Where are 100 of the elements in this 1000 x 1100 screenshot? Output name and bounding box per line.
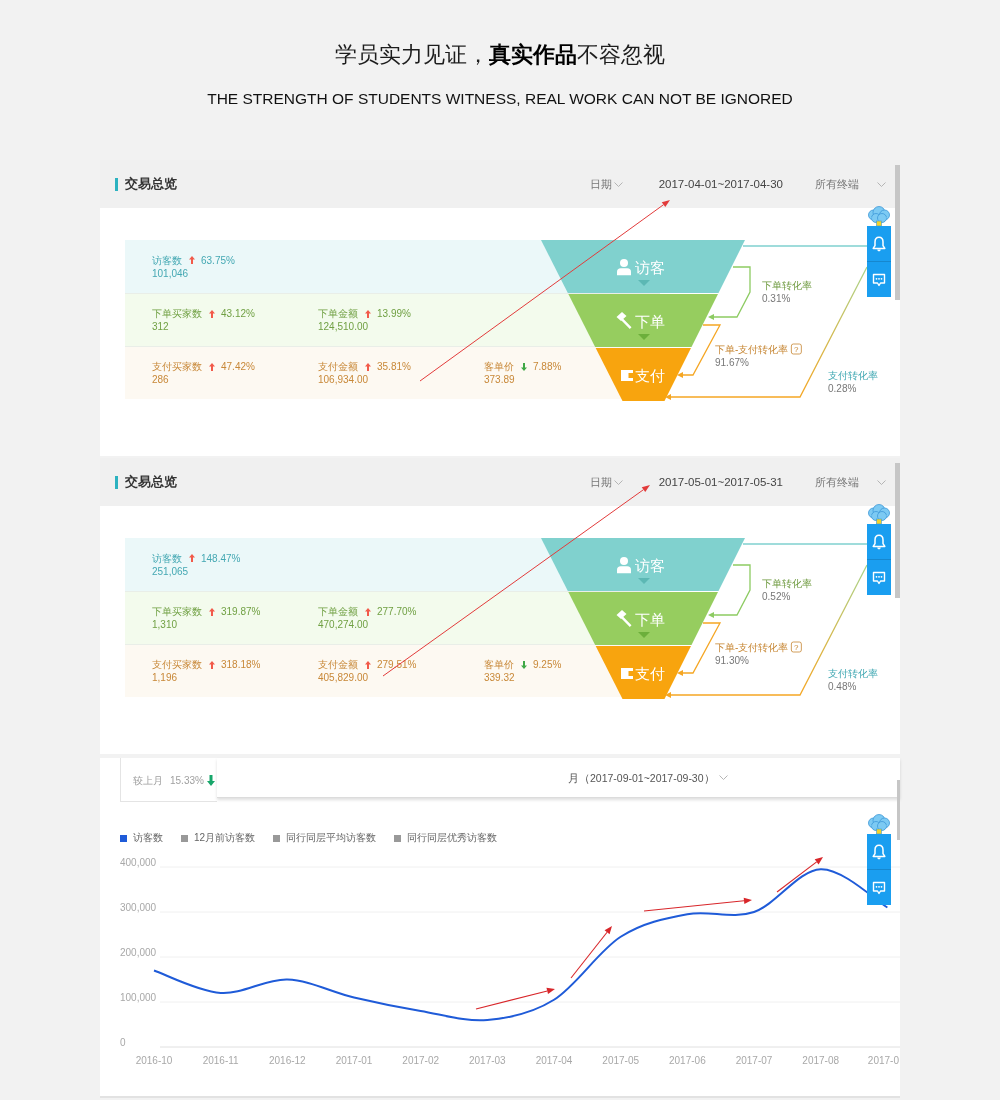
bell-icon[interactable] <box>872 844 886 860</box>
accent-bar-icon <box>115 177 118 191</box>
cloud-mascot-icon <box>867 206 891 227</box>
wallet-icon <box>621 668 633 679</box>
metric-change: 148.47% <box>201 551 241 565</box>
metric-change: 35.81% <box>377 360 411 373</box>
y-axis-label: 100,000 <box>120 991 157 1003</box>
conversion-value: 0.28% <box>828 382 857 394</box>
conversion-value: 0.48% <box>828 680 857 692</box>
legend-item[interactable]: 访客数 <box>120 831 163 845</box>
legend-item[interactable]: 同行同层优秀访客数 <box>394 831 498 845</box>
terminal-dropdown[interactable]: 所有终端 <box>815 177 886 191</box>
metric-label: 下单买家数 <box>152 605 202 618</box>
annotation-arrow <box>570 926 612 979</box>
conversion-value: 91.67% <box>715 356 749 368</box>
funnel-label: 支付 <box>635 665 665 682</box>
metric-label: 支付买家数 <box>152 360 202 373</box>
legend-item[interactable]: 同行同层平均访客数 <box>273 831 377 845</box>
metric-value: 339.32 <box>484 671 515 684</box>
person-icon <box>617 259 631 276</box>
metric-value: 124,510.00 <box>318 320 369 333</box>
metric-label: 客单价 <box>484 360 514 373</box>
y-axis-label: 300,000 <box>120 901 157 913</box>
funnel-label: 下单 <box>635 313 665 330</box>
metric-label: 下单金额 <box>318 605 358 618</box>
metric-label: 支付金额 <box>318 658 358 671</box>
metric-change: 63.75% <box>201 253 235 267</box>
chevron-down-icon <box>877 479 886 485</box>
date-range-picker[interactable]: 2017-05-01~2017-05-31 <box>658 475 783 489</box>
funnel-label: 访客 <box>635 259 665 276</box>
funnel-label: 下单 <box>635 611 665 628</box>
metric-change: 319.87% <box>221 605 261 618</box>
bell-icon[interactable] <box>872 236 886 252</box>
x-axis-label: 2016-12 <box>269 1054 306 1066</box>
x-axis-label: 2016-10 <box>135 1054 173 1066</box>
metric-label: 下单金额 <box>318 307 358 320</box>
date-range-picker[interactable]: 2017-04-01~2017-04-30 <box>658 177 783 191</box>
metric-value: 373.89 <box>484 373 515 386</box>
metric-change: 318.18% <box>221 658 261 671</box>
metric-label: 下单买家数 <box>152 307 202 320</box>
metric-change: 7.88% <box>533 360 562 373</box>
chevron-down-icon <box>877 181 886 187</box>
legend-item[interactable]: 12月前访客数 <box>181 831 256 845</box>
x-axis-label: 2017-05 <box>602 1054 640 1066</box>
metric-value: 106,934.00 <box>318 373 369 386</box>
metric-change: 43.12% <box>221 307 255 320</box>
metric-value: 101,046 <box>152 266 189 280</box>
help-icon: ? <box>790 641 802 653</box>
down-triangle-icon <box>638 632 650 638</box>
scrollbar-thumb[interactable] <box>895 165 900 300</box>
terminal-dropdown[interactable]: 所有终端 <box>815 475 886 489</box>
hammer-icon <box>616 312 632 329</box>
metric-label: 客单价 <box>484 658 514 671</box>
date-filter-dropdown[interactable]: 日期 <box>589 475 623 489</box>
comparison-label: 较上月 <box>133 774 163 788</box>
scrollbar-thumb[interactable] <box>897 780 900 840</box>
x-axis-label: 2017-02 <box>402 1054 440 1066</box>
help-icon: ? <box>790 343 802 355</box>
page-title: 学员实力见证，真实作品不容忽视 <box>335 41 665 69</box>
person-icon <box>617 557 631 574</box>
chat-icon[interactable] <box>872 881 886 895</box>
cloud-mascot-icon <box>867 814 891 835</box>
metric-value: 405,829.00 <box>318 671 369 684</box>
down-triangle-icon <box>638 280 650 286</box>
metric-value: 470,274.00 <box>318 618 369 631</box>
cloud-mascot-icon <box>867 504 891 525</box>
panel-title: 交易总览 <box>125 176 177 192</box>
scrollbar-thumb[interactable] <box>895 463 900 598</box>
chat-icon[interactable] <box>872 273 886 287</box>
conversion-label: 下单-支付转化率 <box>715 641 789 653</box>
metric-value: 1,196 <box>152 671 178 684</box>
metric-change: 13.99% <box>377 307 411 320</box>
y-axis-label: 0 <box>120 1036 126 1048</box>
metric-label: 访客数 <box>152 253 182 267</box>
wallet-icon <box>621 370 633 381</box>
x-axis-label: 2017-0 <box>867 1054 899 1066</box>
panel-title: 交易总览 <box>125 474 177 490</box>
page-subtitle: THE STRENGTH OF STUDENTS WITNESS, REAL WORK CAN NOT BE IGNORED <box>207 89 793 109</box>
chat-icon[interactable] <box>872 571 886 585</box>
conversion-value: 91.30% <box>715 654 749 666</box>
hammer-icon <box>616 610 632 627</box>
metric-change: 277.70% <box>377 605 417 618</box>
metric-value: 286 <box>152 373 169 386</box>
conversion-label: 下单转化率 <box>762 279 812 291</box>
metric-value: 251,065 <box>152 564 189 578</box>
x-axis-label: 2017-04 <box>535 1054 573 1066</box>
conversion-label: 下单-支付转化率 <box>715 343 789 355</box>
annotation-arrow <box>776 857 823 893</box>
bell-icon[interactable] <box>872 534 886 550</box>
metric-change: 47.42% <box>221 360 255 373</box>
accent-bar-icon <box>115 475 118 489</box>
metric-label: 访客数 <box>152 551 182 565</box>
conversion-label: 支付转化率 <box>828 369 878 381</box>
down-triangle-icon <box>638 334 650 340</box>
x-axis-label: 2017-06 <box>669 1054 706 1066</box>
conversion-value: 0.31% <box>762 292 791 304</box>
x-axis-label: 2016-11 <box>202 1054 239 1066</box>
funnel-label: 支付 <box>635 367 665 384</box>
period-dropdown[interactable]: 月（2017-09-01~2017-09-30） <box>568 770 728 785</box>
date-filter-dropdown[interactable]: 日期 <box>589 177 623 191</box>
